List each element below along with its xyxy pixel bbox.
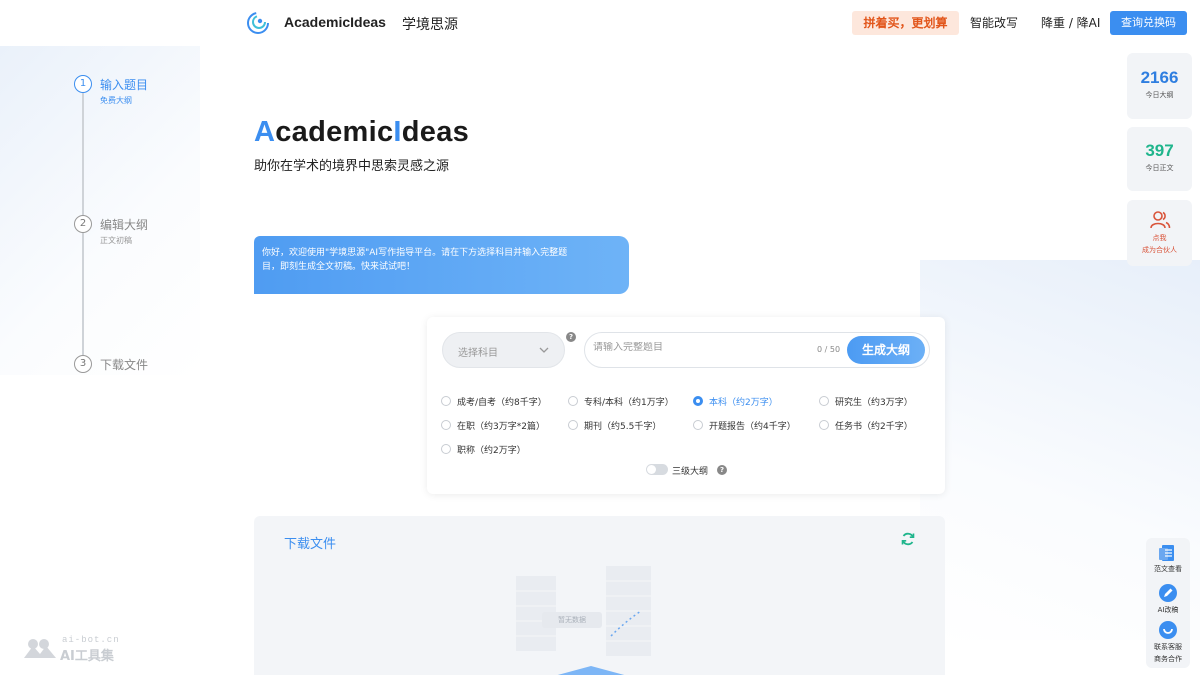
tool-label: AI改稿 (1157, 606, 1179, 614)
become-partner-button[interactable]: 点我 成为合伙人 (1127, 200, 1192, 266)
radio-button[interactable] (693, 420, 703, 430)
radio-button[interactable] (441, 420, 451, 430)
hero-title-part: cademic (275, 116, 394, 148)
partner-label-line: 点我 (1152, 234, 1167, 242)
title-input[interactable] (593, 342, 808, 353)
partner-label-line: 成为合伙人 (1142, 246, 1177, 254)
stat-text-count: 397 (1145, 141, 1174, 160)
logo-icon[interactable] (246, 11, 270, 35)
users-icon (1149, 211, 1170, 229)
watermark-text: AI工具集 (60, 649, 114, 664)
support-chat-icon (1159, 621, 1177, 639)
floating-toolbar: 范文查看 AI改稿 联系客服 商务合作 (1146, 538, 1190, 668)
step-title: 编辑大纲 (100, 218, 149, 232)
step-subtitle: 正文初稿 (100, 236, 132, 245)
help-icon[interactable]: ? (566, 332, 576, 342)
pencil-icon (1159, 584, 1177, 602)
hero-title-accent-i: I (393, 116, 402, 148)
degree-option-label: 在职（约3万字*2篇） (457, 422, 545, 432)
degree-option-label: 研究生（约3万字） (835, 398, 913, 408)
subject-select-placeholder: 选择科目 (458, 348, 498, 359)
step-number: 3 (74, 355, 92, 373)
three-level-outline-toggle[interactable] (646, 464, 668, 475)
help-icon[interactable]: ? (717, 465, 727, 475)
tool-label: 联系客服 (1154, 643, 1182, 651)
step-number: 2 (74, 215, 92, 233)
radio-button[interactable] (819, 420, 829, 430)
toggle-knob (647, 465, 656, 474)
radio-button[interactable] (568, 420, 578, 430)
stat-today-outlines: 2166 今日大纲 (1127, 53, 1192, 119)
radio-button[interactable] (819, 396, 829, 406)
top-header: AcademicIdeas 学境思源 拼着买，更划算 智能改写 降重 / 降AI… (0, 0, 1200, 46)
degree-option-label: 期刊（约5.5千字） (584, 422, 662, 432)
hero-title-part: deas (401, 116, 470, 148)
welcome-line: 你好，欢迎使用"学境思源"AI写作指导平台。请在下方选择科目并输入完整题 (262, 248, 568, 258)
redeem-code-button[interactable]: 查询兑换码 (1110, 11, 1187, 35)
tool-label: 范文查看 (1154, 565, 1182, 573)
step-title: 下载文件 (100, 358, 149, 372)
generate-outline-button[interactable]: 生成大纲 (847, 336, 925, 364)
stat-today-texts: 397 今日正文 (1127, 127, 1192, 191)
watermark-url: ai-bot.cn (62, 635, 120, 645)
welcome-line: 目，即刻生成全文初稿。快来试试吧！ (262, 262, 416, 272)
refresh-icon[interactable] (900, 531, 916, 547)
char-counter: 0 / 50 (817, 345, 841, 354)
nav-smart-rewrite[interactable]: 智能改写 (970, 14, 1018, 31)
radio-button[interactable] (441, 396, 451, 406)
watermark-logo-icon (24, 639, 56, 658)
empty-tip: 暂无数据 (542, 612, 602, 628)
chevron-down-icon (539, 347, 549, 353)
hero-title: AcademicIdeas (254, 116, 469, 149)
nav-reduce-duplicate[interactable]: 降重 / 降AI (1041, 14, 1100, 31)
title-form-card: 选择科目 ? 0 / 50 生成大纲 成考/自考（约8千字） 专科/本科（约1万字… (427, 317, 945, 494)
step-subtitle: 免费大纲 (100, 96, 132, 105)
degree-option-label: 本科（约2万字） (709, 398, 778, 408)
brand-name-cn[interactable]: 学境思源 (402, 14, 458, 34)
degree-option-label: 职称（约2万字） (457, 446, 526, 456)
step-title: 输入题目 (100, 78, 149, 92)
stat-outline-label: 今日大纲 (1145, 91, 1174, 99)
degree-option-label: 成考/自考（约8千字） (457, 398, 547, 408)
download-panel: 下载文件 暂无数据 (254, 516, 945, 675)
hero-title-accent-a: A (254, 116, 276, 148)
three-level-outline-label: 三级大纲 (672, 467, 709, 477)
title-input-wrapper: 0 / 50 生成大纲 (584, 332, 930, 368)
stat-text-label: 今日正文 (1145, 164, 1174, 172)
download-panel-title: 下载文件 (284, 537, 337, 552)
degree-option-label: 开题报告（约4千字） (709, 422, 796, 432)
radio-button[interactable] (693, 396, 703, 406)
subject-select[interactable]: 选择科目 (442, 332, 565, 368)
contact-support-button[interactable]: 联系客服 商务合作 (1146, 620, 1190, 664)
radio-button[interactable] (568, 396, 578, 406)
sample-papers-button[interactable]: 范文查看 (1146, 544, 1190, 574)
ai-edit-button[interactable]: AI改稿 (1146, 583, 1190, 615)
radio-button[interactable] (441, 444, 451, 454)
hero-subtitle: 助你在学术的境界中思索灵感之源 (254, 159, 450, 174)
brand-name-en[interactable]: AcademicIdeas (284, 14, 386, 30)
welcome-message: 你好，欢迎使用"学境思源"AI写作指导平台。请在下方选择科目并输入完整题 目，即… (254, 236, 629, 294)
stat-outline-count: 2166 (1140, 68, 1179, 87)
document-icon (1159, 545, 1174, 561)
degree-option-label: 专科/本科（约1万字） (584, 398, 674, 408)
group-buy-button[interactable]: 拼着买，更划算 (852, 11, 959, 35)
step-number: 1 (74, 75, 92, 93)
degree-option-label: 任务书（约2千字） (835, 422, 913, 432)
tool-label: 商务合作 (1154, 655, 1182, 663)
